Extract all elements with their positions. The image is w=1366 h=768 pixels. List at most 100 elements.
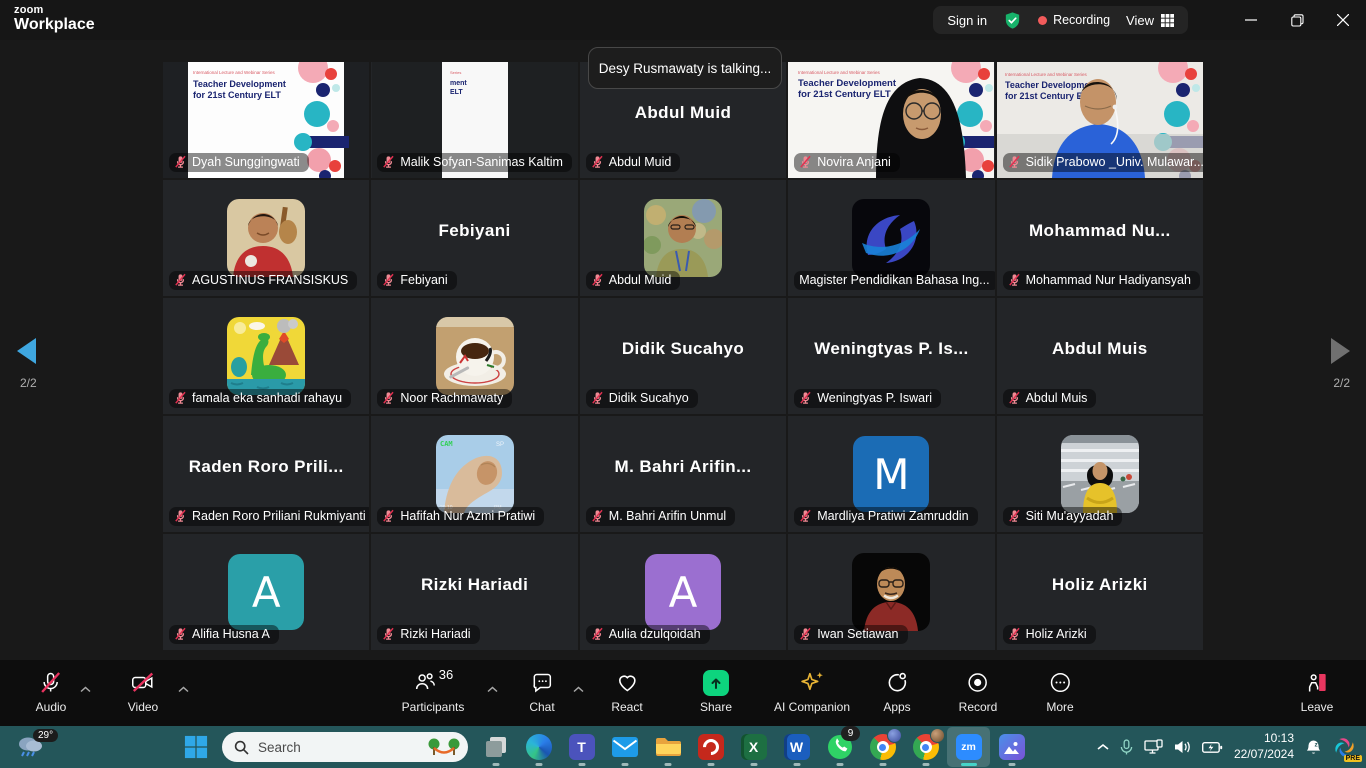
mic-muted-icon	[591, 509, 604, 523]
running-indicator	[922, 763, 929, 766]
heart-icon	[615, 669, 639, 696]
taskbar-app-word[interactable]: W	[775, 727, 818, 767]
taskbar-app-edge[interactable]	[517, 727, 560, 767]
participant-tile[interactable]: Abdul MuisAbdul Muis	[997, 298, 1203, 414]
participant-tile[interactable]: International Lecture and Webinar Series…	[163, 62, 369, 178]
taskbar-app-file-explorer[interactable]	[646, 727, 689, 767]
participant-nameplate: Magister Pendidikan Bahasa Ing...	[794, 271, 994, 290]
running-indicator	[1008, 763, 1015, 766]
participant-tile[interactable]: Iwan Setiawan	[788, 534, 994, 650]
participant-name: Malik Sofyan-Sanimas Kaltim	[400, 155, 563, 169]
taskbar-app-mail[interactable]	[603, 727, 646, 767]
participant-tile[interactable]: Mohammad Nu...Mohammad Nur Hadiyansyah	[997, 180, 1203, 296]
video-options-caret[interactable]	[178, 680, 189, 698]
leave-button[interactable]: Leave	[1301, 669, 1334, 714]
tray-microphone-icon[interactable]	[1120, 739, 1133, 756]
participant-tile[interactable]: International Lecture and Webinar Series…	[997, 62, 1203, 178]
close-button[interactable]	[1320, 0, 1366, 40]
mic-muted-icon	[174, 155, 187, 169]
participant-tile[interactable]: SeriesmentELTMalik Sofyan-Sanimas Kaltim	[371, 62, 577, 178]
record-button[interactable]: Record	[959, 669, 998, 714]
apps-icon	[885, 669, 909, 696]
taskbar-app-chrome-2[interactable]	[904, 727, 947, 767]
recording-indicator[interactable]: Recording	[1038, 13, 1110, 27]
participant-tile[interactable]: International Lecture and Webinar Series…	[788, 62, 994, 178]
participant-tile[interactable]: AGUSTINUS FRANSISKUS	[163, 180, 369, 296]
logo-zoom-text: zoom	[14, 5, 95, 16]
next-page-arrow[interactable]	[1331, 338, 1350, 364]
participant-center-name: Rizki Hariadi	[371, 534, 577, 636]
taskbar-app-chrome-1[interactable]	[861, 727, 904, 767]
start-button[interactable]	[176, 727, 216, 767]
mic-muted-icon	[174, 391, 187, 405]
participant-tile[interactable]: famala eka sanhadi rahayu	[163, 298, 369, 414]
svg-text:for 21st Century ELT: for 21st Century ELT	[1005, 91, 1093, 101]
participant-tile[interactable]: Siti Mu'ayyadah	[997, 416, 1203, 532]
restore-button[interactable]	[1274, 0, 1320, 40]
minimize-button[interactable]	[1228, 0, 1274, 40]
weather-widget[interactable]: 29°	[16, 734, 44, 758]
participant-tile[interactable]: AAlifia Husna A	[163, 534, 369, 650]
taskbar-search-input[interactable]: Search	[222, 732, 468, 762]
running-indicator	[879, 763, 886, 766]
participant-name: Abdul Muid	[609, 155, 672, 169]
tray-notification-bell-icon[interactable]: z	[1305, 739, 1322, 756]
svg-text:International Lecture and Webi: International Lecture and Webinar Series	[193, 70, 275, 75]
participant-tile[interactable]: Raden Roro Prili...Raden Roro Priliani R…	[163, 416, 369, 532]
sign-in-button[interactable]: Sign in	[947, 13, 987, 28]
react-button[interactable]: React	[611, 669, 642, 714]
participant-tile[interactable]: Noor Rachmawaty	[371, 298, 577, 414]
search-highlight-illustration[interactable]	[426, 736, 462, 758]
chat-button[interactable]: Chat	[529, 669, 554, 714]
tray-speaker-icon[interactable]	[1174, 740, 1191, 754]
participant-nameplate: Rizki Hariadi	[377, 625, 479, 644]
tray-display-icon[interactable]	[1144, 739, 1163, 755]
participant-name: Didik Sucahyo	[609, 391, 689, 405]
participants-count: 36	[439, 667, 453, 682]
view-button[interactable]: View	[1126, 13, 1174, 28]
taskbar-app-task-view[interactable]	[474, 727, 517, 767]
share-button[interactable]: Share	[700, 669, 732, 714]
taskbar-app-photos[interactable]	[990, 727, 1033, 767]
participant-tile[interactable]: Didik SucahyoDidik Sucahyo	[580, 298, 786, 414]
video-button[interactable]: Video	[128, 669, 158, 714]
participant-tile[interactable]: FebiyaniFebiyani	[371, 180, 577, 296]
audio-button[interactable]: Audio	[36, 669, 67, 714]
participant-name: Sidik Prabowo _Univ. Mulawar...	[1026, 155, 1203, 169]
taskbar-app-whatsapp[interactable]: 9	[818, 727, 861, 767]
ai-companion-button[interactable]: AI Companion	[774, 669, 850, 714]
svg-text:for 21st Century ELT: for 21st Century ELT	[798, 89, 891, 100]
copilot-icon[interactable]: PRE	[1333, 736, 1356, 759]
participant-tile[interactable]: Holiz ArizkiHoliz Arizki	[997, 534, 1203, 650]
tray-battery-icon[interactable]	[1202, 741, 1223, 754]
tray-chevron-icon[interactable]	[1097, 743, 1109, 751]
more-button[interactable]: More	[1046, 669, 1073, 714]
chat-options-caret[interactable]	[573, 680, 584, 698]
participants-options-caret[interactable]	[487, 680, 498, 698]
audio-options-caret[interactable]	[80, 680, 91, 698]
previous-page-arrow[interactable]	[17, 338, 36, 364]
participant-center-name: Mohammad Nu...	[997, 180, 1203, 282]
tray-clock[interactable]: 10:13 22/07/2024	[1234, 731, 1294, 762]
participant-tile[interactable]: Weningtyas P. Is...Weningtyas P. Iswari	[788, 298, 994, 414]
participant-tile[interactable]: Abdul Muid	[580, 180, 786, 296]
running-indicator	[961, 763, 977, 766]
view-label: View	[1126, 13, 1154, 28]
leave-door-icon	[1304, 669, 1330, 696]
participants-button[interactable]: 36 Participants	[402, 669, 465, 714]
participant-tile[interactable]: Rizki HariadiRizki Hariadi	[371, 534, 577, 650]
apps-button[interactable]: Apps	[883, 669, 910, 714]
participant-tile[interactable]: AAulia dzulqoidah	[580, 534, 786, 650]
security-shield-icon[interactable]	[1003, 11, 1022, 30]
taskbar-app-teams[interactable]: T	[560, 727, 603, 767]
participant-tile[interactable]: M. Bahri Arifin...M. Bahri Arifin Unmul	[580, 416, 786, 532]
participant-tile[interactable]: Magister Pendidikan Bahasa Ing...	[788, 180, 994, 296]
taskbar-app-zoom[interactable]: zm	[947, 727, 990, 767]
participant-tile[interactable]: CAMSP29 10PMHafifah Nur Azmi Pratiwi	[371, 416, 577, 532]
participant-tile[interactable]: MMardliya Pratiwi Zamruddin	[788, 416, 994, 532]
taskbar-app-excel[interactable]: X	[732, 727, 775, 767]
taskbar-app-pdf-reader[interactable]	[689, 727, 732, 767]
participant-name: AGUSTINUS FRANSISKUS	[192, 273, 348, 287]
running-indicator	[535, 763, 542, 766]
participant-name: Noor Rachmawaty	[400, 391, 503, 405]
